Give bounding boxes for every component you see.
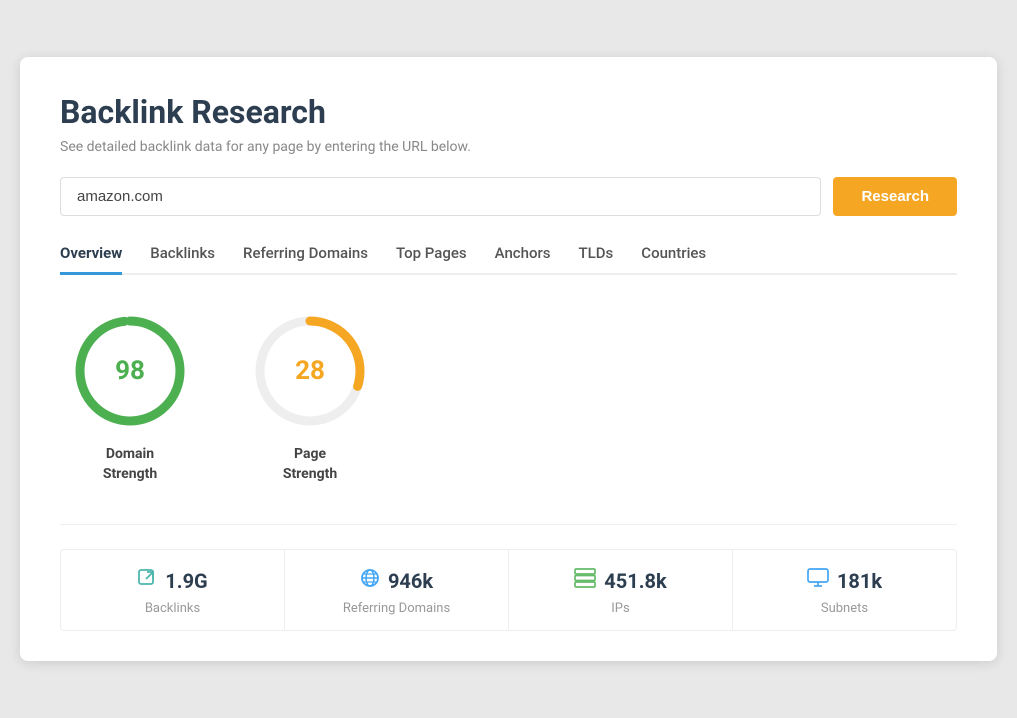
subnets-label: Subnets	[821, 601, 868, 616]
referring-domains-value: 946k	[388, 569, 433, 593]
subnets-value: 181k	[837, 569, 882, 593]
tab-referring-domains[interactable]: Referring Domains	[243, 244, 368, 273]
backlinks-value: 1.9G	[165, 569, 207, 593]
stat-referring-domains-value-row: 946k	[360, 568, 433, 593]
page-subtitle: See detailed backlink data for any page …	[60, 139, 957, 155]
globe-icon	[360, 568, 380, 593]
stat-backlinks: 1.9G Backlinks	[61, 550, 285, 630]
tab-top-pages[interactable]: Top Pages	[396, 244, 467, 273]
link-icon	[137, 568, 157, 593]
metrics-row: 98 DomainStrength 28 PageStrength	[60, 311, 957, 484]
divider	[60, 524, 957, 525]
research-button[interactable]: Research	[833, 177, 957, 216]
referring-domains-label: Referring Domains	[343, 601, 450, 616]
page-strength-metric: 28 PageStrength	[250, 311, 370, 484]
main-card: Backlink Research See detailed backlink …	[20, 57, 997, 661]
tab-anchors[interactable]: Anchors	[495, 244, 551, 273]
stat-subnets: 181k Subnets	[733, 550, 956, 630]
domain-strength-value: 98	[115, 356, 145, 386]
page-strength-value: 28	[295, 356, 325, 386]
domain-strength-label: DomainStrength	[103, 445, 157, 484]
stat-subnets-value-row: 181k	[807, 568, 882, 593]
domain-strength-circle: 98	[70, 311, 190, 431]
tab-countries[interactable]: Countries	[641, 244, 706, 273]
search-input[interactable]	[60, 177, 821, 216]
monitor-icon	[807, 568, 829, 593]
stack-icon	[574, 568, 596, 593]
tab-backlinks[interactable]: Backlinks	[150, 244, 215, 273]
backlinks-label: Backlinks	[145, 601, 200, 616]
domain-strength-metric: 98 DomainStrength	[70, 311, 190, 484]
search-row: Research	[60, 177, 957, 216]
tab-overview[interactable]: Overview	[60, 244, 122, 275]
page-title: Backlink Research	[60, 93, 957, 131]
stat-backlinks-value-row: 1.9G	[137, 568, 207, 593]
stats-row: 1.9G Backlinks 946k Referring Domains	[60, 549, 957, 631]
tab-tlds[interactable]: TLDs	[579, 244, 614, 273]
stat-ips: 451.8k IPs	[509, 550, 733, 630]
stat-ips-value-row: 451.8k	[574, 568, 666, 593]
page-strength-label: PageStrength	[283, 445, 337, 484]
page-strength-circle: 28	[250, 311, 370, 431]
stat-referring-domains: 946k Referring Domains	[285, 550, 509, 630]
tabs-nav: Overview Backlinks Referring Domains Top…	[60, 244, 957, 275]
ips-value: 451.8k	[604, 569, 666, 593]
ips-label: IPs	[611, 601, 629, 616]
